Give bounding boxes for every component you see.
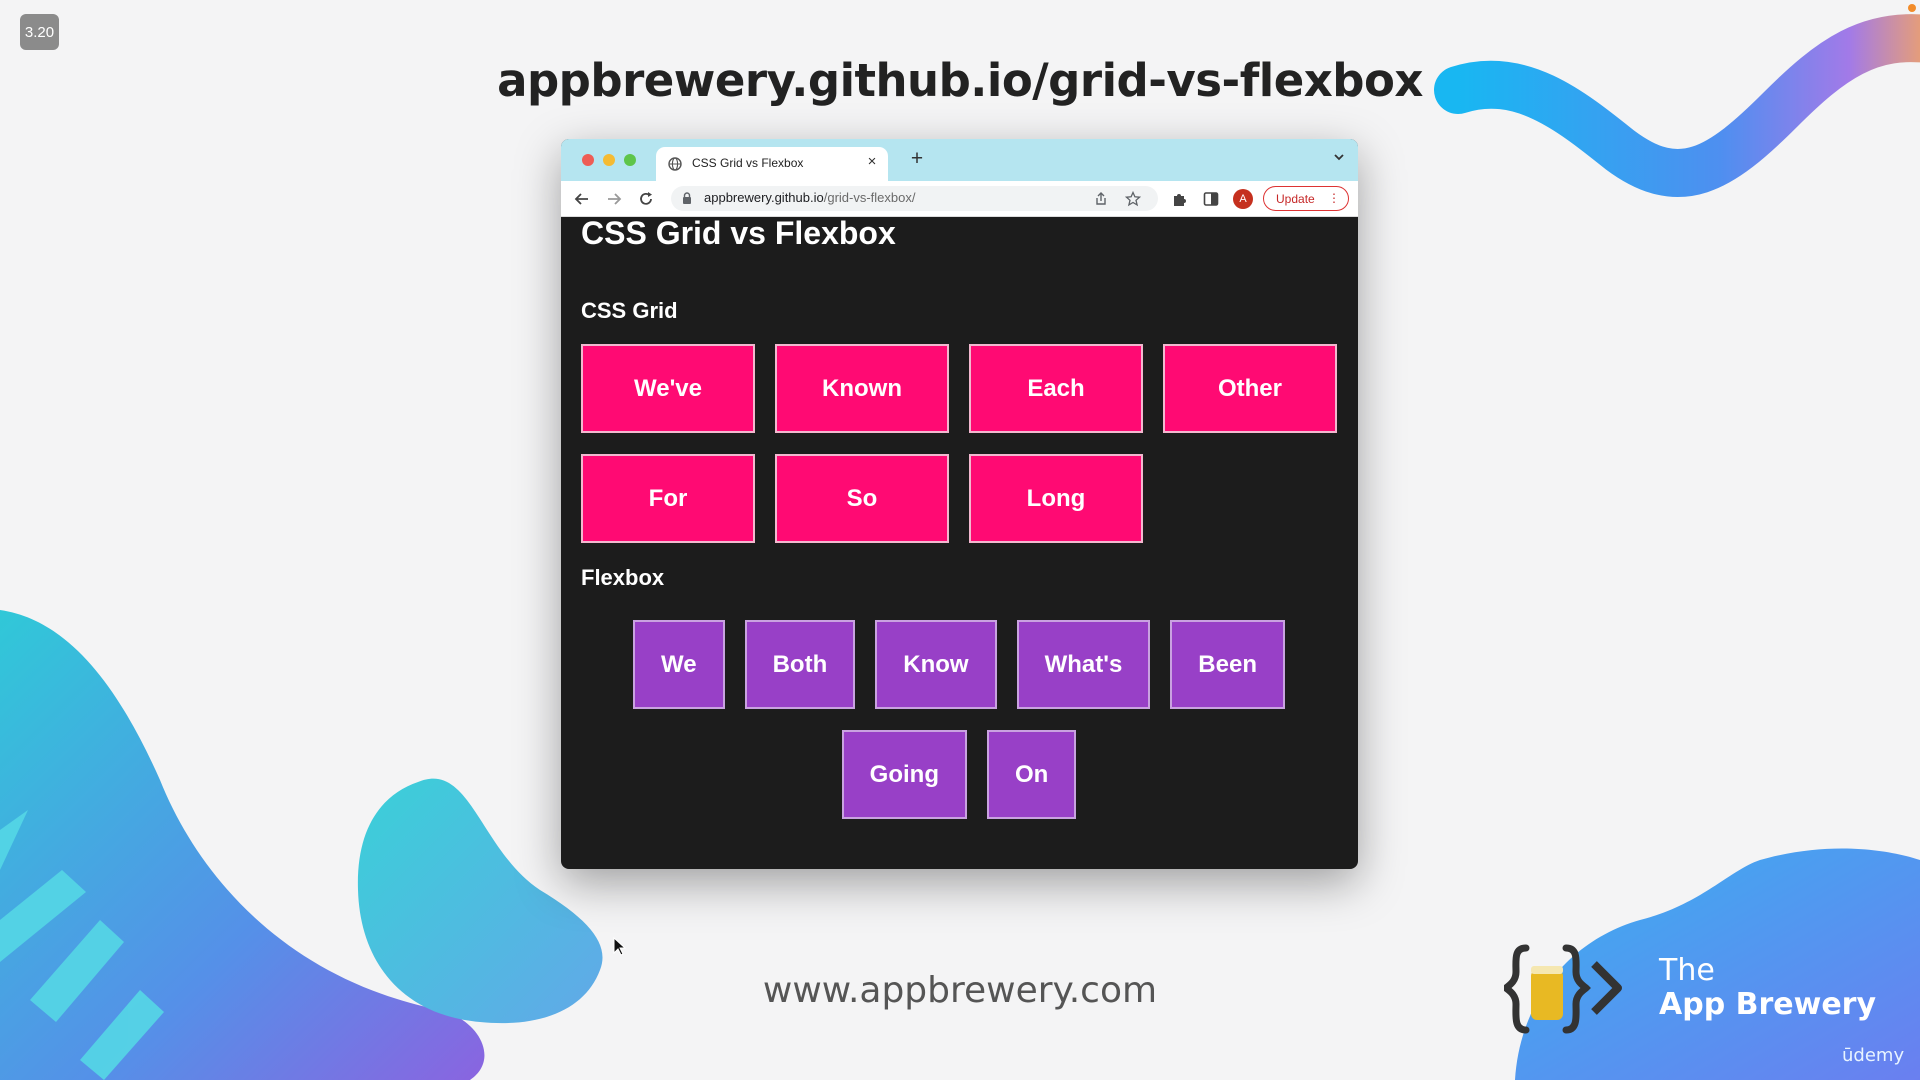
udemy-watermark: ūdemy [1842,1045,1905,1066]
url-path: /grid-vs-flexbox/ [823,190,916,205]
brand-line-2: App Brewery [1659,987,1877,1022]
reload-icon[interactable] [637,190,655,208]
grid-item: We've [581,344,755,433]
active-tab[interactable]: CSS Grid vs Flexbox × [656,147,888,181]
grid-item: Long [969,454,1143,543]
update-button[interactable]: Update ⋮ [1263,186,1349,211]
maximize-window-button[interactable] [624,154,636,166]
tab-list-chevron-icon[interactable] [1332,150,1346,164]
flex-item: Going [841,730,967,819]
flex-item: Been [1170,620,1285,709]
grid-container: We've Known Each Other For So Long [581,344,1337,543]
flex-container: We Both Know What's Been Going On [581,620,1337,819]
tab-close-icon[interactable]: × [864,153,880,170]
profile-avatar[interactable]: A [1233,189,1253,209]
footer-website-url: www.appbrewery.com [762,970,1158,1011]
grid-item: For [581,454,755,543]
grid-item: Other [1163,344,1337,433]
extensions-icon[interactable] [1171,190,1189,208]
page-title: CSS Grid vs Flexbox [581,215,896,251]
share-icon[interactable] [1093,191,1109,207]
flex-item: Both [744,620,856,709]
app-brewery-logo [1504,944,1622,1034]
star-icon[interactable] [1125,191,1141,207]
side-panel-icon[interactable] [1202,190,1220,208]
flex-item: What's [1016,620,1151,709]
minimize-window-button[interactable] [603,154,615,166]
browser-toolbar: appbrewery.github.io/grid-vs-flexbox/ A … [561,181,1358,217]
menu-kebab-icon: ⋮ [1328,191,1340,205]
mouse-cursor-icon [613,937,627,956]
flex-item: Know [875,620,997,709]
page-content: CSS Grid vs Flexbox CSS Grid We've Known… [561,215,1358,869]
grid-item: Each [969,344,1143,433]
version-badge: 3.20 [20,14,59,50]
grid-section-heading: CSS Grid [581,298,678,323]
tab-strip: CSS Grid vs Flexbox × + [561,139,1358,181]
url-text: appbrewery.github.io/grid-vs-flexbox/ [704,190,915,205]
flex-item: On [987,730,1077,819]
back-arrow-icon[interactable] [573,190,591,208]
update-label: Update [1276,192,1315,206]
address-bar[interactable]: appbrewery.github.io/grid-vs-flexbox/ [671,186,1158,211]
tab-title: CSS Grid vs Flexbox [692,156,804,170]
forward-arrow-icon[interactable] [605,190,623,208]
globe-icon [668,157,682,171]
slide-headline: appbrewery.github.io/grid-vs-flexbox [497,54,1423,107]
flex-item: We [633,620,725,709]
brand-name: The App Brewery [1659,954,1876,1022]
flexbox-section-heading: Flexbox [581,565,665,590]
new-tab-button[interactable]: + [906,147,928,170]
lock-icon [683,192,691,204]
close-window-button[interactable] [582,154,594,166]
browser-window: CSS Grid vs Flexbox × + appbrewery.githu… [561,139,1358,869]
url-host: appbrewery.github.io [704,190,824,205]
grid-item: Known [775,344,949,433]
brand-line-1: The [1659,953,1715,988]
grid-item: So [775,454,949,543]
